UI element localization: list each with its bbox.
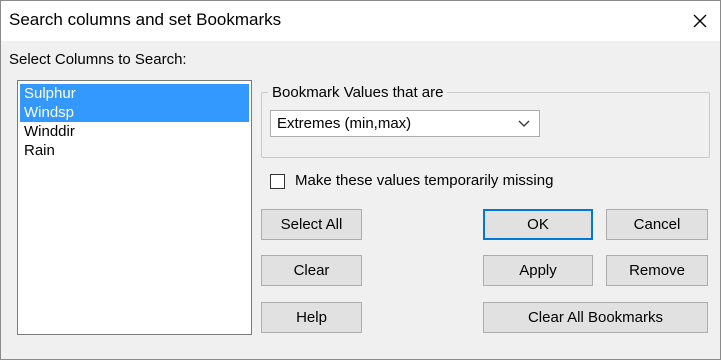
list-item-winddir[interactable]: Winddir	[20, 122, 249, 141]
columns-listbox[interactable]: Sulphur Windsp Winddir Rain	[17, 80, 252, 335]
list-item-windsp[interactable]: Windsp	[20, 103, 249, 122]
remove-button[interactable]: Remove	[606, 255, 708, 286]
list-item-rain[interactable]: Rain	[20, 141, 249, 160]
help-button[interactable]: Help	[261, 302, 362, 333]
cancel-button[interactable]: Cancel	[606, 209, 708, 240]
columns-label: Select Columns to Search:	[9, 51, 187, 68]
close-icon	[693, 14, 707, 28]
make-missing-label[interactable]: Make these values temporarily missing	[295, 172, 553, 189]
bookmark-values-label: Bookmark Values that are	[268, 84, 448, 101]
chevron-down-icon	[518, 120, 530, 127]
apply-button[interactable]: Apply	[483, 255, 593, 286]
bookmark-type-value: Extremes (min,max)	[277, 115, 412, 132]
clear-all-bookmarks-button[interactable]: Clear All Bookmarks	[483, 302, 708, 333]
close-button[interactable]	[681, 3, 719, 39]
dialog-title: Search columns and set Bookmarks	[9, 10, 282, 29]
ok-button[interactable]: OK	[483, 209, 593, 240]
bookmark-type-select[interactable]: Extremes (min,max)	[270, 110, 540, 137]
select-all-button[interactable]: Select All	[261, 209, 362, 240]
title-bar: Search columns and set Bookmarks	[1, 1, 720, 41]
make-missing-checkbox[interactable]	[270, 174, 285, 189]
list-item-sulphur[interactable]: Sulphur	[20, 84, 249, 103]
clear-button[interactable]: Clear	[261, 255, 362, 286]
